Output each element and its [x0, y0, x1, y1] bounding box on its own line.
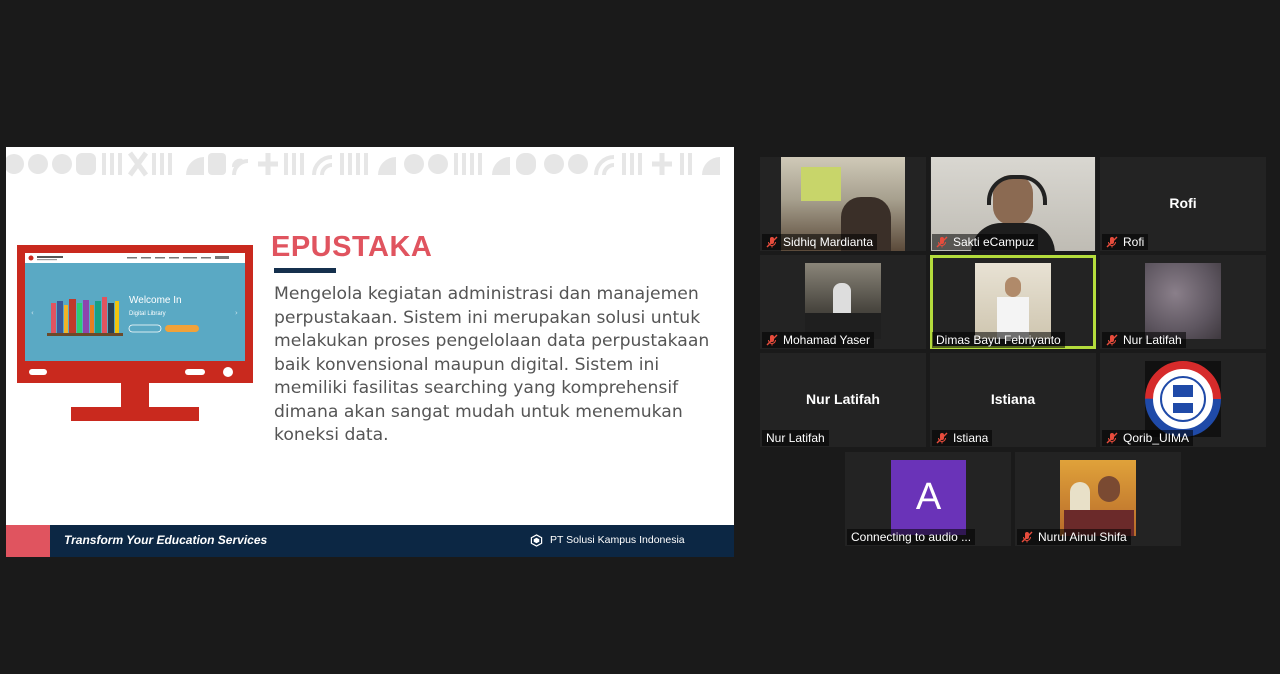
participant-center-name: Rofi [1169, 195, 1197, 211]
participant-tile[interactable]: Mohamad Yaser [760, 255, 926, 349]
participant-tile[interactable]: Nur Latifah Nur Latifah [760, 353, 926, 447]
participant-video [975, 263, 1051, 339]
muted-mic-icon [1106, 432, 1118, 444]
participant-center-name: Nur Latifah [806, 391, 880, 407]
participant-tile[interactable]: Nurul Ainul Shifa [1015, 452, 1181, 546]
university-logo [1145, 361, 1221, 437]
participant-name-tag: Sidhiq Mardianta [762, 234, 878, 250]
participant-tile[interactable]: Qorib_UIMA [1100, 353, 1266, 447]
participant-video [805, 263, 881, 339]
footer-accent-block [6, 525, 50, 557]
participant-avatar: A [891, 460, 966, 535]
participant-name-tag: Istiana [932, 430, 993, 446]
monitor-illustration: Welcome In Digital Library ‹ › [17, 245, 253, 421]
participant-name-tag: Dimas Bayu Febriyanto [932, 332, 1065, 348]
participant-tile[interactable]: Sakti eCampuz [930, 157, 1096, 251]
participant-tile[interactable]: Nur Latifah [1100, 255, 1266, 349]
participant-name: Nurul Ainul Shifa [1038, 530, 1127, 544]
participant-name-tag: Mohamad Yaser [762, 332, 874, 348]
slide-pattern-decoration [6, 151, 720, 177]
participant-name: Sidhiq Mardianta [783, 235, 874, 249]
participant-name-tag: Rofi [1102, 234, 1149, 250]
monitor-welcome-text: Welcome In [129, 295, 182, 306]
muted-mic-icon [1021, 531, 1033, 543]
participant-video [1145, 263, 1221, 339]
participant-name-tag: Connecting to audio ... [847, 529, 976, 545]
slide-footer: Transform Your Education Services PT Sol… [6, 525, 734, 557]
muted-mic-icon [936, 432, 948, 444]
shared-slide: Welcome In Digital Library ‹ › EPUSTAKA … [6, 147, 734, 557]
participant-name: Sakti eCampuz [953, 235, 1035, 249]
monitor-subtitle-text: Digital Library [129, 311, 166, 317]
participant-name: Mohamad Yaser [783, 333, 870, 347]
participant-tile[interactable]: Rofi Rofi [1100, 157, 1266, 251]
footer-company-name: PT Solusi Kampus Indonesia [550, 534, 685, 546]
participant-name-tag: Qorib_UIMA [1102, 430, 1194, 446]
slide-body-text: Mengelola kegiatan administrasi dan mana… [274, 284, 710, 445]
participant-video [1060, 460, 1136, 536]
university-seal-icon [1145, 361, 1221, 437]
participant-name: Nur Latifah [766, 431, 825, 445]
footer-tagline: Transform Your Education Services [64, 533, 268, 547]
muted-mic-icon [766, 334, 778, 346]
participant-tile[interactable]: Sidhiq Mardianta [760, 157, 926, 251]
participant-name: Rofi [1123, 235, 1145, 249]
participant-name: Connecting to audio ... [851, 530, 972, 544]
participant-name: Istiana [953, 431, 989, 445]
participant-name: Dimas Bayu Febriyanto [936, 333, 1061, 347]
participant-name: Qorib_UIMA [1123, 431, 1190, 445]
participant-name-tag: Sakti eCampuz [932, 234, 1039, 250]
muted-mic-icon [1106, 334, 1118, 346]
participant-name: Nur Latifah [1123, 333, 1182, 347]
participant-tile[interactable]: Istiana Istiana [930, 353, 1096, 447]
muted-mic-icon [766, 236, 778, 248]
participant-center-name: Istiana [990, 391, 1036, 407]
muted-mic-icon [1106, 236, 1118, 248]
participant-tile[interactable]: A Connecting to audio ... [845, 452, 1011, 546]
muted-mic-icon [936, 236, 948, 248]
participant-tile-active-speaker[interactable]: Dimas Bayu Febriyanto [930, 255, 1096, 349]
svg-text:‹: ‹ [31, 309, 34, 317]
title-underline [274, 268, 336, 273]
participant-name-tag: Nurul Ainul Shifa [1017, 529, 1131, 545]
participant-name-tag: Nur Latifah [762, 430, 829, 446]
participant-name-tag: Nur Latifah [1102, 332, 1186, 348]
company-logo-icon [530, 534, 543, 547]
svg-text:›: › [235, 309, 238, 317]
slide-title: EPUSTAKA [271, 231, 433, 263]
